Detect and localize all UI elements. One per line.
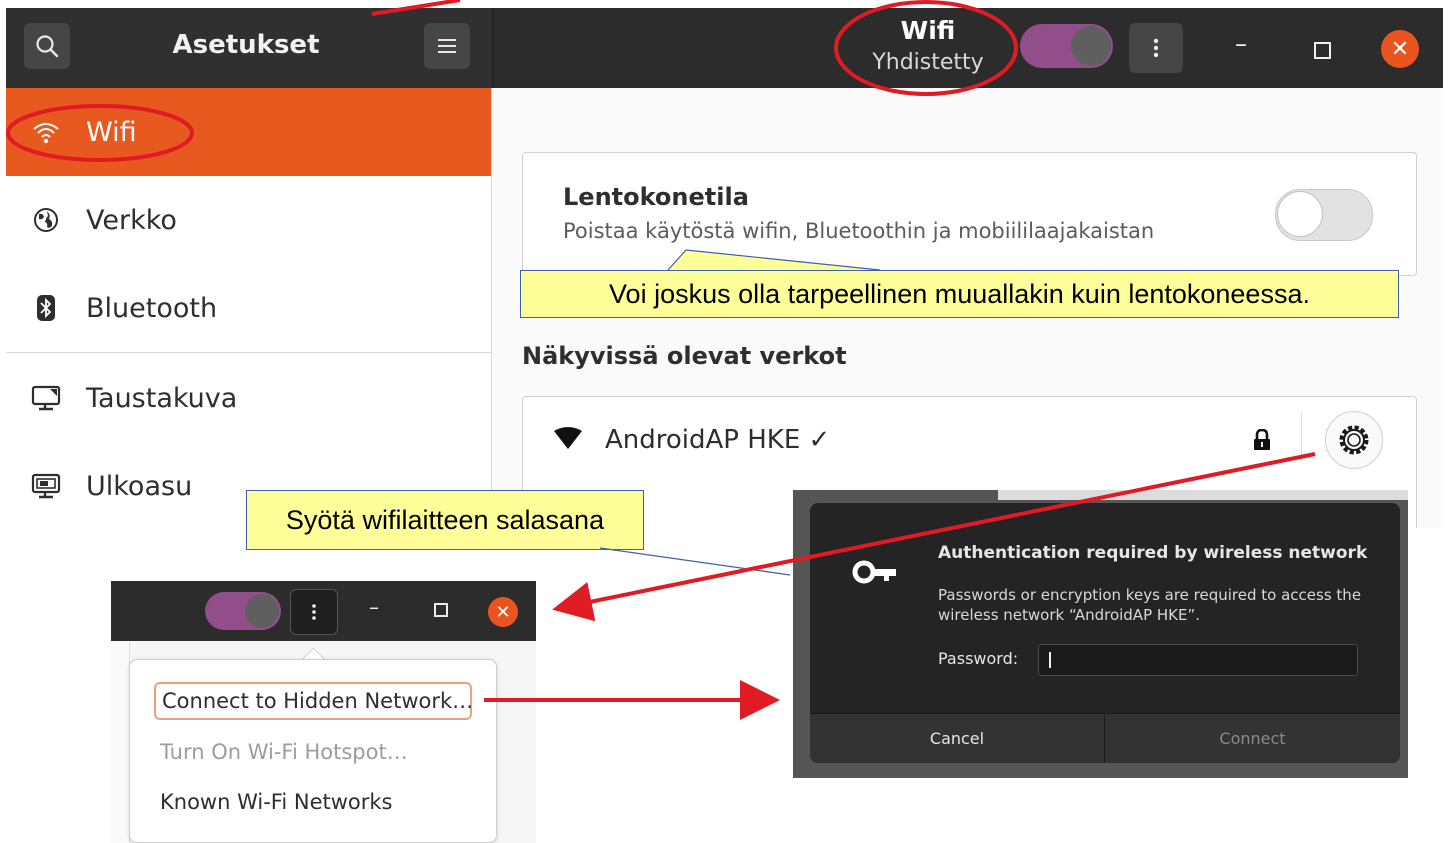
sidebar-item-taustakuva[interactable]: Taustakuva: [6, 354, 491, 442]
airplane-mode-toggle[interactable]: [1275, 189, 1373, 241]
sidebar-item-label: Verkko: [86, 204, 177, 236]
dialog-title: Authentication required by wireless netw…: [938, 543, 1368, 563]
minimize-button[interactable]: –: [1221, 30, 1261, 70]
settings-window: Asetukset Wifi Yhdistetty – ✕ Wifi Verkk…: [6, 8, 1443, 528]
sidebar-item-label: Ulkoasu: [86, 470, 193, 502]
kebab-icon: [1153, 38, 1159, 58]
sidebar-separator: [6, 352, 491, 353]
network-name: AndroidAP HKE ✓: [605, 425, 831, 455]
close-button[interactable]: ✕: [488, 597, 518, 627]
wifi-icon: [6, 120, 86, 144]
search-icon: [36, 35, 59, 58]
header-left-section: Asetukset: [6, 8, 493, 88]
connect-button[interactable]: Connect: [1105, 714, 1400, 763]
dialog-description: Passwords or encryption keys are require…: [938, 586, 1362, 624]
kebab-icon: [312, 604, 316, 620]
gear-icon: [1339, 425, 1369, 455]
row-divider: [1301, 413, 1302, 461]
menu-item-known-networks[interactable]: Known Wi-Fi Networks: [160, 790, 393, 814]
inset-sidebar-edge: [111, 641, 130, 843]
app-title: Asetukset: [172, 30, 320, 60]
sidebar-item-label: Taustakuva: [86, 382, 238, 414]
password-callout: Syötä wifilaitteen salasana: [246, 490, 644, 550]
lock-icon: [1253, 428, 1271, 455]
inset-header-bar: – ✕: [111, 581, 536, 641]
sidebar-item-bluetooth[interactable]: Bluetooth: [6, 264, 491, 352]
auth-dialog-screenshot: Authentication required by wireless netw…: [793, 490, 1408, 778]
sidebar: Wifi Verkko Bluetooth Taustakuva Ulkoasu: [6, 88, 492, 528]
wifi-popover-menu: Connect to Hidden Network… Turn On Wi-Fi…: [129, 659, 497, 843]
network-row[interactable]: AndroidAP HKE ✓: [523, 397, 1416, 483]
cancel-button[interactable]: Cancel: [810, 714, 1105, 763]
maximize-icon: [1314, 42, 1331, 59]
airplane-mode-card: Lentokonetila Poistaa käytöstä wifin, Bl…: [522, 152, 1417, 276]
header-bar: Asetukset Wifi Yhdistetty – ✕: [6, 8, 1443, 88]
network-settings-button[interactable]: [1325, 411, 1383, 469]
toggle-knob: [1071, 26, 1111, 66]
toggle-knob: [245, 594, 279, 628]
appearance-icon: [6, 473, 86, 499]
menu-item-connect-hidden-network[interactable]: Connect to Hidden Network…: [154, 682, 473, 720]
sidebar-item-verkko[interactable]: Verkko: [6, 176, 491, 264]
monitor-icon: [6, 385, 86, 411]
search-button[interactable]: [24, 23, 70, 69]
globe-icon: [6, 207, 86, 233]
bluetooth-icon: [6, 294, 86, 322]
hamburger-icon: [438, 39, 456, 53]
airplane-mode-description: Poistaa käytöstä wifin, Bluetoothin ja m…: [563, 219, 1155, 243]
wifi-toggle[interactable]: [1020, 24, 1113, 68]
minimize-button[interactable]: –: [369, 595, 379, 619]
text-caret: [1049, 652, 1051, 668]
key-icon: [852, 559, 898, 589]
connection-status: Yhdistetty: [872, 50, 984, 75]
wifi-toggle[interactable]: [205, 592, 281, 630]
visible-networks-heading: Näkyvissä olevat verkot: [522, 342, 847, 370]
password-label: Password:: [938, 649, 1019, 668]
airplane-mode-callout: Voi joskus olla tarpeellinen muuallakin …: [520, 270, 1399, 318]
wifi-menu-button[interactable]: [1129, 23, 1183, 73]
airplane-mode-title: Lentokonetila: [563, 183, 749, 211]
sidebar-item-label: Bluetooth: [86, 292, 218, 324]
maximize-button[interactable]: [434, 603, 448, 617]
close-button[interactable]: ✕: [1381, 30, 1419, 68]
menu-button[interactable]: [424, 23, 470, 69]
background-strip: [998, 490, 1408, 500]
sidebar-item-wifi[interactable]: Wifi: [6, 88, 491, 176]
password-callout-pointer: [599, 547, 791, 576]
auth-dialog: Authentication required by wireless netw…: [810, 503, 1400, 763]
dialog-footer: Cancel Connect: [810, 713, 1400, 763]
maximize-button[interactable]: [1302, 30, 1342, 70]
wifi-menu-screenshot: – ✕ Connect to Hidden Network… Turn On W…: [111, 581, 536, 843]
wifi-menu-button[interactable]: [290, 589, 338, 635]
password-field[interactable]: [1038, 644, 1358, 676]
wifi-signal-icon: [553, 427, 583, 455]
toggle-knob: [1277, 191, 1323, 237]
page-title: Wifi: [900, 16, 956, 45]
sidebar-item-label: Wifi: [86, 116, 137, 148]
menu-item-wifi-hotspot[interactable]: Turn On Wi-Fi Hotspot…: [160, 740, 408, 764]
